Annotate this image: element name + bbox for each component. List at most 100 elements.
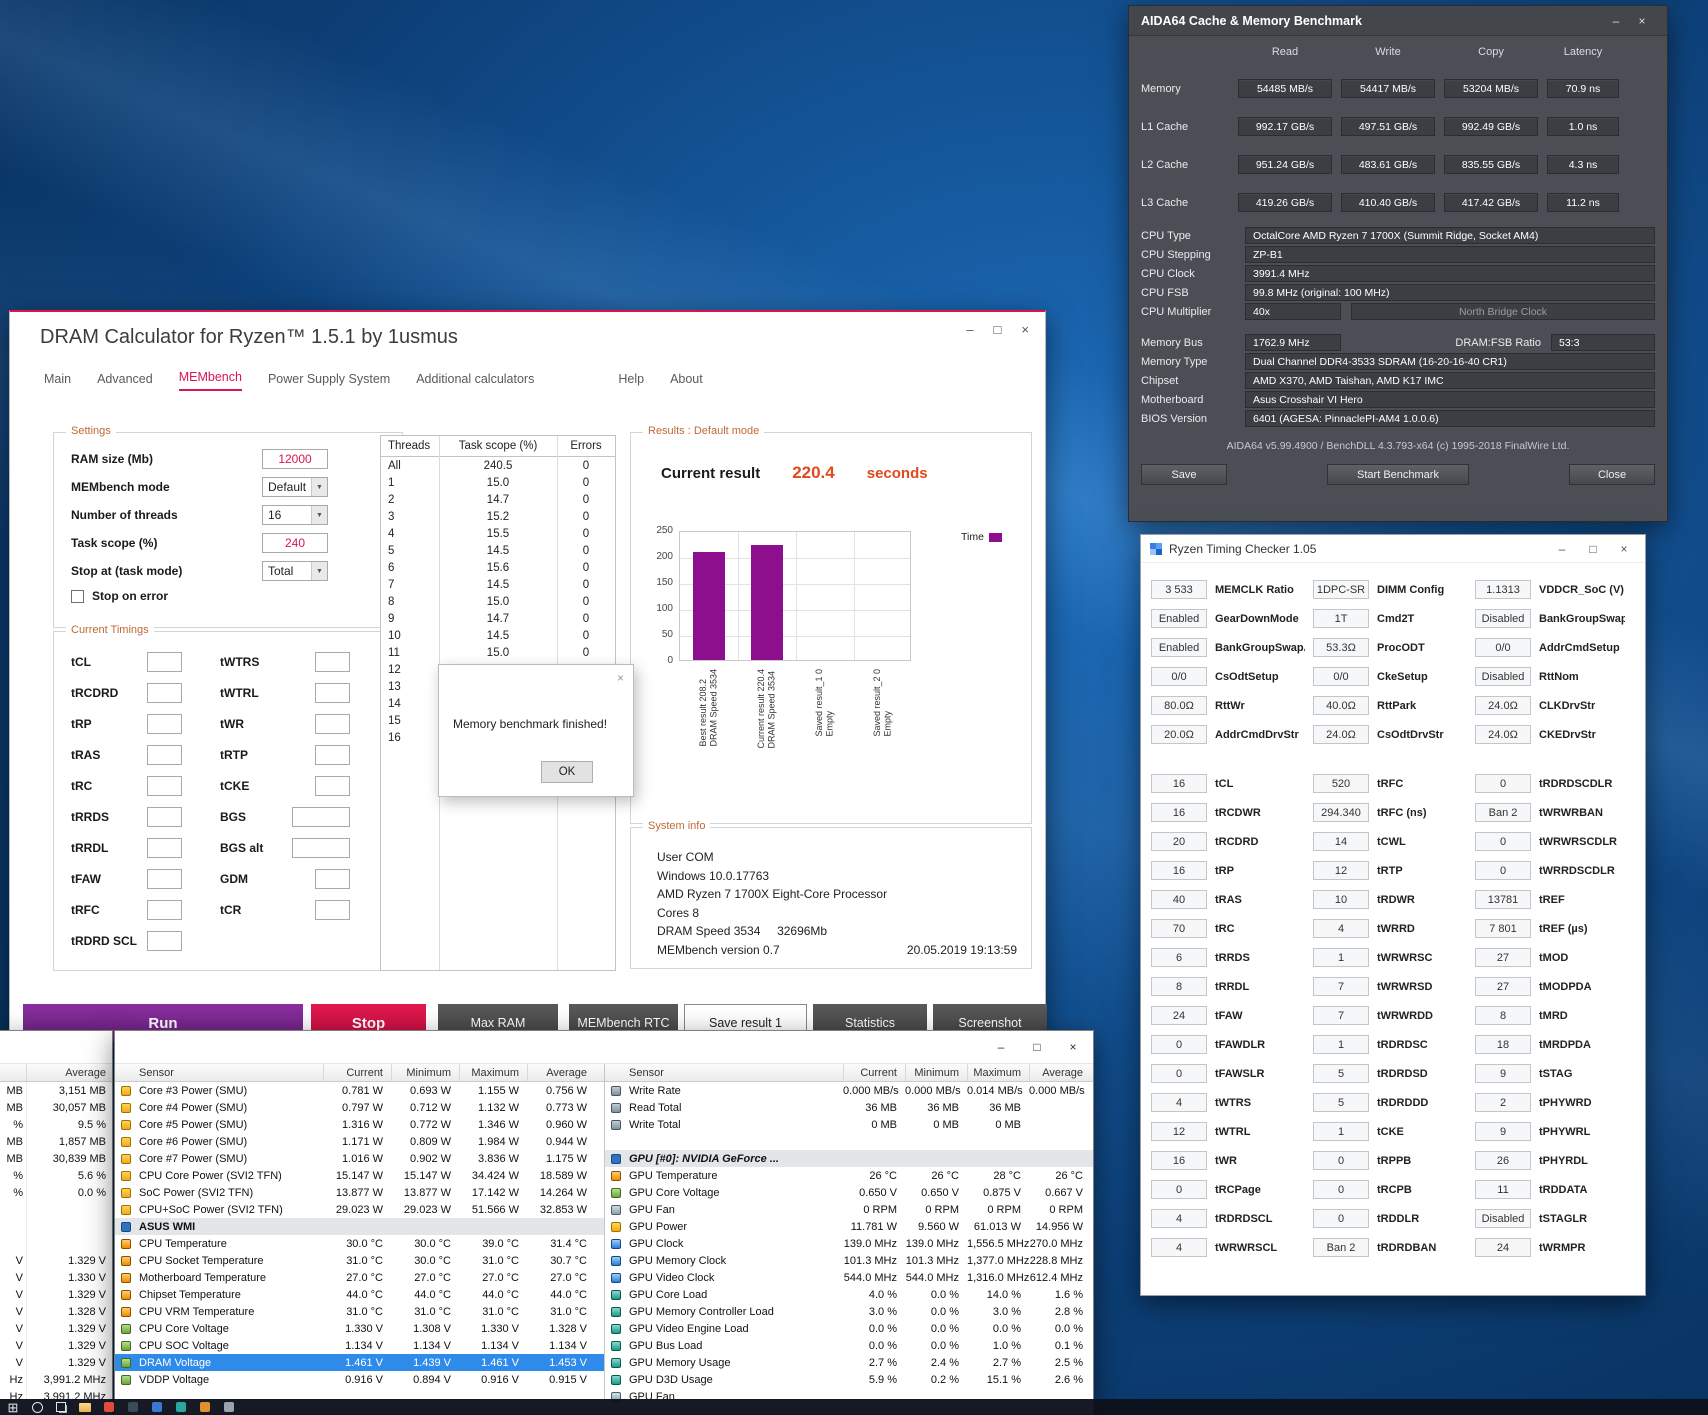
sensor-row[interactable]: Write Total 0 MB 0 MB 0 MB <box>605 1116 1093 1133</box>
sensor-row[interactable]: CPU Core Power (SVI2 TFN) 15.147 W 15.147 … <box>115 1167 604 1184</box>
sensor-row[interactable]: GPU Fan 0 RPM 0 RPM 0 RPM 0 RPM <box>605 1201 1093 1218</box>
sensor-row[interactable]: GPU Core Load 4.0 % 0.0 % 14.0 % 1.6 % <box>605 1286 1093 1303</box>
timing-input[interactable] <box>147 899 182 920</box>
app-icon-dark[interactable] <box>122 1399 144 1415</box>
close-icon[interactable]: × <box>1629 14 1655 28</box>
close-icon[interactable]: × <box>617 671 624 685</box>
timing-input[interactable] <box>147 713 182 734</box>
rtc-titlebar[interactable]: Ryzen Timing Checker 1.05 – □ × <box>1141 535 1645 563</box>
menu-item-about[interactable]: About <box>670 372 703 391</box>
maximize-icon[interactable]: □ <box>1581 542 1605 556</box>
ram-size-input[interactable]: 12000 <box>262 449 328 469</box>
timing-input[interactable] <box>315 682 350 703</box>
maximize-icon[interactable]: □ <box>994 322 1002 337</box>
sensor-row[interactable]: CPU Temperature 30.0 °C 30.0 °C 39.0 °C 31.4… <box>115 1235 604 1252</box>
timing-input[interactable] <box>147 744 182 765</box>
minimize-icon[interactable]: – <box>985 1036 1017 1058</box>
timing-input[interactable] <box>315 713 350 734</box>
timing-input[interactable] <box>147 682 182 703</box>
rtc-label: CsOdtSetup <box>1215 670 1279 683</box>
sensor-row[interactable]: GPU Clock 139.0 MHz 139.0 MHz 1,556.5 MHz 27… <box>605 1235 1093 1252</box>
timing-input[interactable] <box>315 775 350 796</box>
sensors-window-fragment[interactable]: Average MB 3,151 MB MB 30,057 MB% 9.5 % MB 1,8… <box>0 1030 113 1415</box>
menu-item-power-supply-system[interactable]: Power Supply System <box>268 372 390 391</box>
sensors-titlebar[interactable]: – □ × <box>115 1031 1093 1064</box>
timing-input[interactable] <box>147 930 182 951</box>
sensor-row[interactable]: CPU Socket Temperature 31.0 °C 30.0 °C 31.0… <box>115 1252 604 1269</box>
sensor-row[interactable]: CPU Core Voltage 1.330 V 1.308 V 1.330 V 1.3… <box>115 1320 604 1337</box>
sensor-row[interactable]: GPU D3D Usage 5.9 % 0.2 % 15.1 % 2.6 % <box>605 1371 1093 1388</box>
stop-at-select[interactable]: Total ▼ <box>262 561 328 581</box>
sensor-row[interactable]: GPU Memory Usage 2.7 % 2.4 % 2.7 % 2.5 % <box>605 1354 1093 1371</box>
start-benchmark-button[interactable]: Start Benchmark <box>1327 464 1469 485</box>
threads-select[interactable]: 16 ▼ <box>262 505 328 525</box>
close-icon[interactable]: × <box>1057 1036 1089 1058</box>
timing-input[interactable] <box>315 744 350 765</box>
app-icon-red[interactable] <box>98 1399 120 1415</box>
close-button[interactable]: Close <box>1569 464 1655 485</box>
timing-input[interactable] <box>147 868 182 889</box>
minimize-icon[interactable]: – <box>1550 542 1574 556</box>
sensor-row[interactable]: GPU Video Clock 544.0 MHz 544.0 MHz 1,316.0… <box>605 1269 1093 1286</box>
sensor-row[interactable]: CPU+SoC Power (SVI2 TFN) 29.023 W 29.023 W… <box>115 1201 604 1218</box>
sensor-row[interactable]: DRAM Voltage 1.461 V 1.439 V 1.461 V 1.453 V <box>115 1354 604 1371</box>
sensor-row[interactable]: Motherboard Temperature 27.0 °C 27.0 °C 27.… <box>115 1269 604 1286</box>
menu-item-membench[interactable]: MEMbench <box>178 370 242 391</box>
file-explorer-button[interactable] <box>74 1399 96 1415</box>
close-icon[interactable]: × <box>1021 322 1029 337</box>
task-scope-input[interactable]: 240 <box>262 533 328 553</box>
sensor-row[interactable]: VDDP Voltage 0.916 V 0.894 V 0.916 V 0.915 V <box>115 1371 604 1388</box>
sensor-row[interactable]: Core #6 Power (SMU) 1.171 W 0.809 W 1.984 W… <box>115 1133 604 1150</box>
close-icon[interactable]: × <box>1612 542 1636 556</box>
sensor-row[interactable]: Core #5 Power (SMU) 1.316 W 0.772 W 1.346 W… <box>115 1116 604 1133</box>
sensor-row[interactable]: Read Total 36 MB 36 MB 36 MB <box>605 1099 1093 1116</box>
timing-input[interactable] <box>292 837 350 858</box>
ok-button[interactable]: OK <box>541 761 593 783</box>
app-icon-blue[interactable] <box>146 1399 168 1415</box>
task-view-button[interactable] <box>50 1399 72 1415</box>
timing-input[interactable] <box>315 868 350 889</box>
sensor-row[interactable]: GPU Core Voltage 0.650 V 0.650 V 0.875 V 0.6… <box>605 1184 1093 1201</box>
maximize-icon[interactable]: □ <box>1021 1036 1053 1058</box>
sensor-row[interactable]: Write Rate 0.000 MB/s 0.000 MB/s 0.014 MB/s… <box>605 1082 1093 1099</box>
sensor-row[interactable]: Core #4 Power (SMU) 0.797 W 0.712 W 1.132 W… <box>115 1099 604 1116</box>
sensor-section-row[interactable]: ASUS WMI <box>115 1218 604 1235</box>
sensor-row[interactable]: GPU Video Engine Load 0.0 % 0.0 % 0.0 % 0.0 … <box>605 1320 1093 1337</box>
sensor-row[interactable]: CPU VRM Temperature 31.0 °C 31.0 °C 31.0 °C… <box>115 1303 604 1320</box>
minimize-icon[interactable]: – <box>1603 14 1629 28</box>
timing-input[interactable] <box>147 837 182 858</box>
timing-input[interactable] <box>315 899 350 920</box>
aida64-titlebar[interactable]: AIDA64 Cache & Memory Benchmark – × <box>1129 6 1667 36</box>
sensor-row[interactable]: SoC Power (SVI2 TFN) 13.877 W 13.877 W 17.1… <box>115 1184 604 1201</box>
minimize-icon[interactable]: – <box>966 322 973 337</box>
app-icon-orange[interactable] <box>194 1399 216 1415</box>
app-icon-gray[interactable] <box>218 1399 240 1415</box>
save-button[interactable]: Save <box>1141 464 1227 485</box>
benchmark-columns-header: Read Write Copy Latency <box>1129 44 1667 60</box>
timing-input[interactable] <box>147 806 182 827</box>
app-icon-teal[interactable] <box>170 1399 192 1415</box>
timing-input[interactable] <box>147 651 182 672</box>
timing-input[interactable] <box>292 806 350 827</box>
sensor-row[interactable]: Core #7 Power (SMU) 1.016 W 0.902 W 3.836 W… <box>115 1150 604 1167</box>
sensor-row[interactable]: GPU Memory Clock 101.3 MHz 101.3 MHz 1,377.… <box>605 1252 1093 1269</box>
menu-item-advanced[interactable]: Advanced <box>97 372 153 391</box>
sensor-section-row[interactable]: GPU [#0]: NVIDIA GeForce ... <box>605 1150 1093 1167</box>
sensor-row[interactable]: Core #3 Power (SMU) 0.781 W 0.693 W 1.155 W… <box>115 1082 604 1099</box>
menu-item-additional-calculators[interactable]: Additional calculators <box>416 372 534 391</box>
sensor-row[interactable]: GPU Power 11.781 W 9.560 W 61.013 W 14.956 W <box>605 1218 1093 1235</box>
sensor-row[interactable]: GPU Temperature 26 °C 26 °C 28 °C 26 °C <box>605 1167 1093 1184</box>
membench-mode-select[interactable]: Default ▼ <box>262 477 328 497</box>
sensor-row[interactable]: GPU Memory Controller Load 3.0 % 0.0 % 3.0 … <box>605 1303 1093 1320</box>
stop-on-error-checkbox[interactable] <box>71 589 84 603</box>
start-button[interactable] <box>2 1399 24 1415</box>
menu-item-help[interactable]: Help <box>618 372 644 391</box>
timing-input[interactable] <box>147 775 182 796</box>
timing-input[interactable] <box>315 651 350 672</box>
cortana-button[interactable] <box>26 1399 48 1415</box>
sensor-row[interactable]: GPU Bus Load 0.0 % 0.0 % 1.0 % 0.1 % <box>605 1337 1093 1354</box>
taskbar[interactable] <box>0 1399 1708 1415</box>
menu-item-main[interactable]: Main <box>44 372 71 391</box>
sensor-row[interactable]: CPU SOC Voltage 1.134 V 1.134 V 1.134 V 1.13… <box>115 1337 604 1354</box>
sensor-row[interactable]: Chipset Temperature 44.0 °C 44.0 °C 44.0 °C… <box>115 1286 604 1303</box>
